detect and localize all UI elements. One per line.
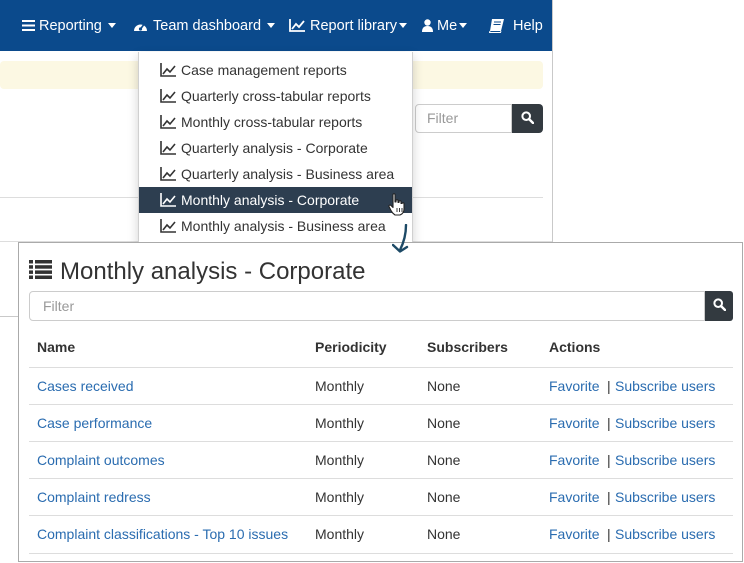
periodicity-cell: Monthly	[315, 415, 365, 431]
column-header-periodicity[interactable]: Periodicity	[315, 327, 387, 367]
subscribers-cell: None	[427, 415, 461, 431]
menu-item-quarterly-analysis-corporate[interactable]: Quarterly analysis - Corporate	[139, 135, 412, 161]
line-chart-icon	[160, 193, 176, 207]
subscribe-users-link[interactable]: Subscribe users	[615, 516, 715, 553]
panel-title: Monthly analysis - Corporate	[29, 257, 365, 287]
subscribe-users-link[interactable]: Subscribe users	[615, 442, 715, 479]
menu-item-label: Quarterly analysis - Corporate	[181, 140, 368, 156]
top-navbar: Reporting Team dashboard Report library …	[0, 0, 552, 51]
favorite-link[interactable]: Favorite	[549, 405, 600, 442]
nav-help-label: Help	[513, 17, 543, 34]
favorite-link[interactable]: Favorite	[549, 368, 600, 405]
menu-item-label: Quarterly analysis - Business area	[181, 166, 395, 182]
menu-item-label: Monthly cross-tabular reports	[181, 114, 363, 130]
line-chart-icon	[160, 63, 176, 77]
line-chart-icon	[160, 89, 176, 103]
subscribers-cell: None	[427, 452, 461, 468]
line-chart-icon	[160, 141, 176, 155]
table-row: Case performance Monthly None Favorite |…	[29, 404, 733, 442]
report-name-link[interactable]: Complaint classifications - Top 10 issue…	[37, 516, 288, 553]
curved-arrow-icon	[391, 223, 414, 256]
hand-cursor-icon	[388, 193, 406, 217]
column-header-name[interactable]: Name	[37, 327, 75, 367]
column-header-actions: Actions	[549, 339, 601, 355]
nav-team-dashboard[interactable]: Team dashboard	[133, 0, 276, 51]
search-button[interactable]	[705, 291, 733, 321]
nav-report-library[interactable]: Report library	[289, 0, 408, 51]
caret-down-icon	[107, 23, 116, 28]
subscribers-cell: None	[427, 526, 461, 542]
subscribe-users-link[interactable]: Subscribe users	[615, 405, 715, 442]
subscribe-users-link[interactable]: Subscribe users	[615, 368, 715, 405]
dashboard-gauge-icon	[133, 20, 148, 32]
table-row: Complaint redress Monthly None Favorite …	[29, 478, 733, 516]
menu-item-monthly-analysis-business-area[interactable]: Monthly analysis - Business area	[139, 213, 412, 239]
periodicity-cell: Monthly	[315, 452, 365, 468]
table-row: Complaint outcomes Monthly None Favorite…	[29, 441, 733, 479]
subscribers-cell: None	[427, 489, 461, 505]
list-icon	[29, 258, 52, 286]
monthly-analysis-panel: Monthly analysis - Corporate Filter Name…	[18, 242, 743, 562]
search-icon	[712, 298, 726, 314]
subscribe-users-link[interactable]: Subscribe users	[615, 479, 715, 516]
periodicity-cell: Monthly	[315, 378, 365, 394]
column-header-subscribers[interactable]: Subscribers	[427, 327, 508, 367]
menu-item-label: Monthly analysis - Business area	[181, 218, 386, 234]
nav-team-dashboard-label: Team dashboard	[153, 17, 262, 34]
menu-item-label: Monthly analysis - Corporate	[181, 192, 360, 208]
menu-item-label: Case management reports	[181, 62, 347, 78]
menu-item-case-management-reports[interactable]: Case management reports	[139, 57, 412, 83]
action-separator: |	[607, 378, 611, 394]
report-name-link[interactable]: Complaint redress	[37, 479, 151, 516]
nav-me-label: Me	[437, 17, 458, 34]
caret-down-icon	[459, 23, 468, 28]
line-chart-icon	[289, 19, 305, 32]
user-icon	[422, 19, 433, 32]
nav-reporting-label: Reporting	[39, 17, 102, 34]
report-library-dropdown: Case management reports Quarterly cross-…	[138, 52, 413, 245]
book-icon	[489, 18, 505, 33]
subscribers-cell: None	[427, 378, 461, 394]
nav-me[interactable]: Me	[422, 0, 468, 51]
search-icon	[521, 110, 535, 127]
table-row: Cases received Monthly None Favorite | S…	[29, 367, 733, 405]
favorite-link[interactable]: Favorite	[549, 442, 600, 479]
report-name-link[interactable]: Case performance	[37, 405, 152, 442]
periodicity-cell: Monthly	[315, 526, 365, 542]
menu-item-monthly-analysis-corporate[interactable]: Monthly analysis - Corporate	[139, 187, 412, 213]
menu-item-quarterly-cross-tabular-reports[interactable]: Quarterly cross-tabular reports	[139, 83, 412, 109]
action-separator: |	[607, 452, 611, 468]
filter-input[interactable]: Filter	[29, 291, 705, 321]
action-separator: |	[607, 415, 611, 431]
caret-down-icon	[399, 23, 408, 28]
action-separator: |	[607, 489, 611, 505]
line-chart-icon	[160, 115, 176, 129]
line-chart-icon	[160, 219, 176, 233]
menu-item-monthly-cross-tabular-reports[interactable]: Monthly cross-tabular reports	[139, 109, 412, 135]
favorite-link[interactable]: Favorite	[549, 479, 600, 516]
line-chart-icon	[160, 167, 176, 181]
action-separator: |	[607, 526, 611, 542]
nav-help[interactable]: Help	[489, 0, 543, 51]
nav-report-library-label: Report library	[310, 17, 398, 34]
table-row: Complaint classifications - Top 10 issue…	[29, 515, 733, 554]
favorite-link[interactable]: Favorite	[549, 516, 600, 553]
menu-item-label: Quarterly cross-tabular reports	[181, 88, 371, 104]
report-name-link[interactable]: Complaint outcomes	[37, 442, 165, 479]
panel-title-text: Monthly analysis - Corporate	[60, 258, 366, 285]
caret-down-icon	[267, 23, 276, 28]
hamburger-menu-icon	[22, 20, 35, 31]
menu-item-quarterly-analysis-business-area[interactable]: Quarterly analysis - Business area	[139, 161, 412, 187]
report-name-link[interactable]: Cases received	[37, 368, 134, 405]
periodicity-cell: Monthly	[315, 489, 365, 505]
background-filter-input[interactable]: Filter	[415, 104, 512, 133]
background-search-button[interactable]	[512, 104, 543, 133]
nav-reporting[interactable]: Reporting	[22, 0, 116, 51]
